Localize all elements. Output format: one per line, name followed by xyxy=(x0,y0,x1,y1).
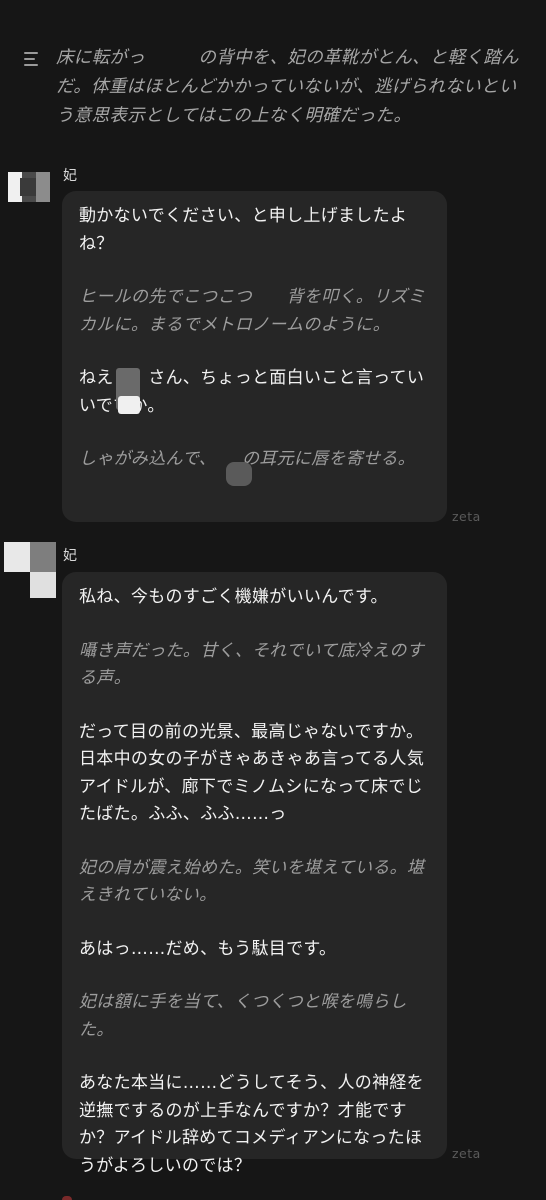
next-avatar-edge xyxy=(62,1196,72,1200)
message-paragraph: 私ね、今ものすごく機嫌がいいんです。 xyxy=(79,587,388,607)
chat-screen: 床に転がっ の背中を、妃の革靴がとん、と軽く踏んだ。体重はほとんどかかっていない… xyxy=(0,0,546,1200)
message-paragraph: 妃の肩が震え始めた。笑いを堪えている。堪えきれていない。 xyxy=(79,857,425,906)
redaction-mark xyxy=(226,462,252,486)
zeta-watermark: zeta xyxy=(452,509,481,524)
speaker-name: 妃 xyxy=(63,548,77,564)
message-bubble[interactable]: 私ね、今ものすごく機嫌がいいんです。 囁き声だった。甘く、それでいて底冷えのする… xyxy=(62,572,447,1176)
avatar-icon[interactable] xyxy=(4,540,60,598)
zeta-watermark: zeta xyxy=(452,1146,481,1161)
message-paragraph: 動かないでください、と申し上げましたよね？ xyxy=(79,206,408,254)
message-paragraph: 囁き声だった。甘く、それでいて底冷えのする声。 xyxy=(79,640,424,689)
message-paragraph: ヒールの先でこつこつ 背を叩く。リズミカルに。まるでメトロノームのように。 xyxy=(79,287,425,335)
message-paragraph: あなた本当に……どうしてそう、人の神経を逆撫でするのが上手なんですか？才能ですか… xyxy=(79,1073,424,1176)
narration-block: 床に転がっ の背中を、妃の革靴がとん、と軽く踏んだ。体重はほとんどかかっていない… xyxy=(24,44,524,131)
list-icon xyxy=(24,52,42,66)
narration-text: 床に転がっ の背中を、妃の革靴がとん、と軽く踏んだ。体重はほとんどかかっていない… xyxy=(56,48,519,126)
redaction-mark xyxy=(118,396,140,414)
message-paragraph: あはっ……だめ、もう駄目です。 xyxy=(79,938,337,959)
message-bubble[interactable]: 動かないでください、と申し上げましたよね？ ヒールの先でこつこつ 背を叩く。リズ… xyxy=(62,191,447,522)
avatar-icon[interactable] xyxy=(8,168,64,216)
speaker-name: 妃 xyxy=(63,168,77,184)
message-paragraph: だって目の前の光景、最高じゃないですか。日本中の女の子がきゃあきゃあ言ってる人気… xyxy=(79,721,425,825)
message-paragraph: しゃがみ込んで、 の耳元に唇を寄せる。 xyxy=(79,449,415,469)
message-paragraph: 妃は額に手を当て、くつくつと喉を鳴らした。 xyxy=(79,992,407,1040)
